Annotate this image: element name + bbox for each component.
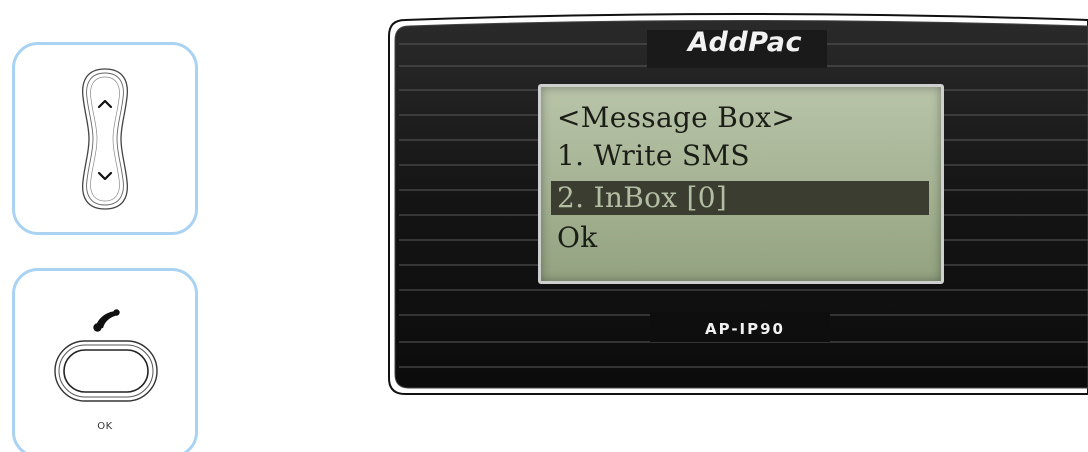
menu-item-write-sms[interactable]: 1. Write SMS [557,139,750,173]
ok-key-panel: OK [12,268,198,452]
handset-icon [93,309,120,332]
lcd-screen: <Message Box> 1. Write SMS 2. InBox [0] … [538,84,944,284]
menu-item-inbox[interactable]: 2. InBox [0] [551,181,929,215]
softkey-ok[interactable]: Ok [557,221,598,255]
ok-key-label: OK [97,421,113,432]
lcd-line-header: <Message Box> [557,101,796,134]
brand-logo: AddPac [687,27,802,58]
ok-button[interactable] [54,340,158,402]
model-label: AP-IP90 [704,320,785,338]
nav-key-panel [12,42,198,235]
navigation-rocker-key[interactable] [15,45,195,232]
